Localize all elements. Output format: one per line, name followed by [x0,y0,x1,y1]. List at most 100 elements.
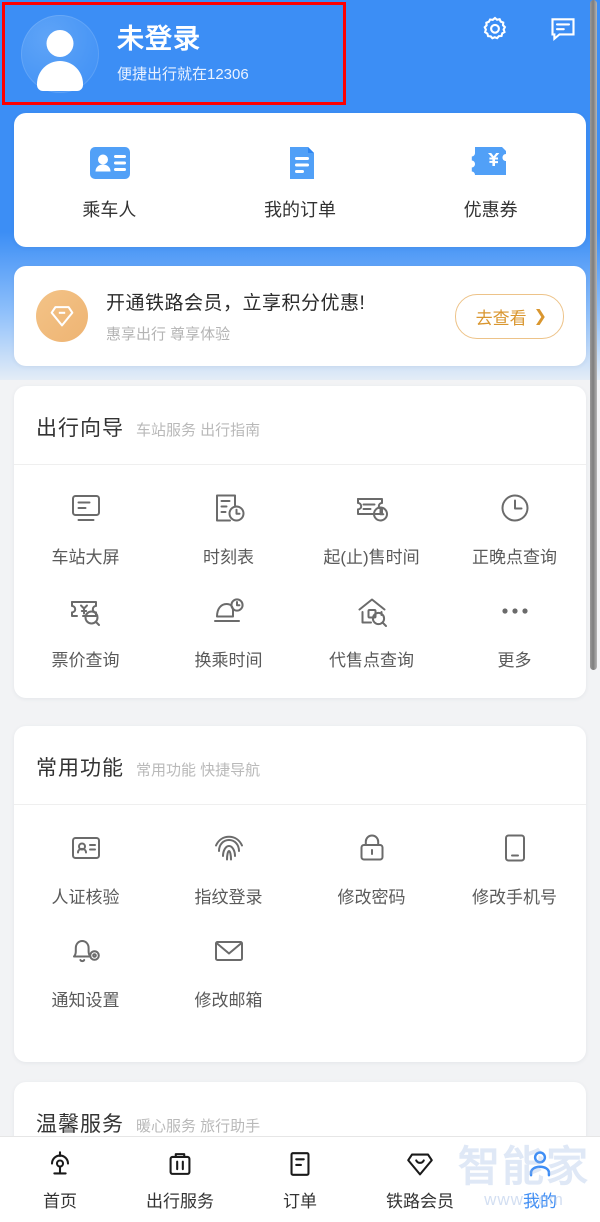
travel-guide-grid: 车站大屏 时刻表 起(止)售时间 正晚点查询 票价查询 换乘时间 代售点查询 更… [14,465,586,707]
travel-guide-header: 出行向导 车站服务 出行指南 [14,386,586,465]
lock-icon [351,827,393,869]
fingerprint-icon [208,827,250,869]
nav-item-railway-member[interactable]: 铁路会员 [360,1147,480,1212]
warm-service-header: 温馨服务 暖心服务 旅行助手 [14,1082,586,1136]
grid-item-transfer-time[interactable]: 换乘时间 [157,590,300,671]
envelope-icon [208,930,250,972]
quick-action-coupon[interactable]: 优惠券 [395,144,586,222]
id-verify-icon [65,827,107,869]
login-status-subtitle: 便捷出行就在12306 [117,66,249,83]
nav-item-travel-service[interactable]: 出行服务 [120,1147,240,1212]
grid-item-station-screen[interactable]: 车站大屏 [14,487,157,568]
phone-icon [494,827,536,869]
nav-item-orders[interactable]: 订单 [240,1147,360,1212]
grid-item-label: 修改密码 [337,888,406,907]
grid-item-punctuality[interactable]: 正晚点查询 [443,487,586,568]
grid-item-label: 正晚点查询 [472,548,557,567]
grid-item-id-verify[interactable]: 人证核验 [14,827,157,908]
member-banner-subtitle: 惠享出行 尊享体验 [106,326,231,343]
bottom-navigation: 首页 出行服务 订单 铁路会员 我的 智能家 www.com [0,1136,600,1222]
section-subtitle: 常用功能 快捷导航 [136,762,261,779]
grid-item-timetable[interactable]: 时刻表 [157,487,300,568]
grid-item-label: 更多 [497,651,532,670]
vertical-scrollbar[interactable] [590,0,597,670]
common-functions-card: 常用功能 常用功能 快捷导航 人证核验 指纹登录 修改密码 修改手机号 通知设置… [14,726,586,1062]
avatar-body [37,60,83,91]
grid-item-change-password[interactable]: 修改密码 [300,827,443,908]
grid-item-agency-query[interactable]: 代售点查询 [300,590,443,671]
header-actions [480,14,578,44]
quick-actions-row: 乘车人 我的订单 优惠券 [14,113,586,247]
diamond-member-icon [404,1147,436,1180]
grid-item-label: 通知设置 [51,991,120,1010]
member-banner-title: 开通铁路会员，立享积分优惠! [106,293,366,314]
station-screen-icon [65,487,107,529]
grid-item-label: 修改邮箱 [194,991,263,1010]
quick-action-label: 我的订单 [264,200,336,220]
grid-item-label: 代售点查询 [329,651,414,670]
travel-guide-card: 出行向导 车站服务 出行指南 车站大屏 时刻表 起(止)售时间 正晚点查询 票价… [14,386,586,698]
agency-search-icon [351,590,393,632]
grid-item-label: 修改手机号 [472,888,557,907]
grid-item-label: 时刻表 [203,548,254,567]
railway-home-icon [44,1147,76,1180]
section-subtitle: 车站服务 出行指南 [136,422,261,439]
grid-item-label: 起(止)售时间 [323,548,420,567]
settings-gear-icon[interactable] [480,14,510,44]
member-view-button-label: 去查看 [475,308,527,328]
section-subtitle: 暖心服务 旅行助手 [136,1118,261,1135]
profile-header[interactable]: 未登录 便捷出行就在12306 [2,2,346,105]
nav-item-label: 铁路会员 [386,1192,454,1211]
grid-item-fingerprint-login[interactable]: 指纹登录 [157,827,300,908]
quick-action-label: 乘车人 [82,200,137,220]
nav-item-label: 订单 [283,1192,317,1211]
quick-actions-card: 乘车人 我的订单 优惠券 [14,113,586,247]
profile-text: 未登录 便捷出行就在12306 [117,22,249,85]
grid-item-fare-query[interactable]: 票价查询 [14,590,157,671]
order-list-icon [284,1147,316,1180]
scroll-container[interactable]: 未登录 便捷出行就在12306 乘车人 我的订单 优惠券 开通铁路会员，立享积分… [0,0,600,1136]
chevron-right-icon: ❯ [533,308,547,325]
login-status-title[interactable]: 未登录 [117,22,249,56]
section-title: 常用功能 [36,757,124,780]
fare-search-icon [65,590,107,632]
nav-item-mine[interactable]: 我的 [480,1147,600,1212]
more-dots-icon [494,590,536,632]
quick-action-label: 优惠券 [463,200,518,220]
avatar[interactable] [21,14,99,93]
grid-item-label: 车站大屏 [51,548,120,567]
warm-service-card: 温馨服务 暖心服务 旅行助手 [14,1082,586,1136]
section-title: 出行向导 [36,417,124,440]
grid-item-change-phone[interactable]: 修改手机号 [443,827,586,908]
transfer-time-icon [208,590,250,632]
ticket-clock-icon [351,487,393,529]
message-chat-icon[interactable] [548,14,578,44]
grid-item-change-email[interactable]: 修改邮箱 [157,930,300,1011]
section-title: 温馨服务 [36,1113,124,1136]
grid-item-sale-time[interactable]: 起(止)售时间 [300,487,443,568]
nav-item-label: 我的 [523,1192,557,1211]
quick-action-orders[interactable]: 我的订单 [205,144,396,222]
member-view-button[interactable]: 去查看 ❯ [454,293,564,339]
clock-icon [494,487,536,529]
passenger-card-icon [88,144,131,182]
member-banner-texts: 开通铁路会员，立享积分优惠! 惠享出行 尊享体验 [106,288,455,344]
nav-item-home[interactable]: 首页 [0,1147,120,1212]
suitcase-icon [164,1147,196,1180]
grid-item-label: 人证核验 [51,888,120,907]
coupon-yuan-icon [470,144,512,182]
order-document-icon [279,144,321,182]
person-icon [524,1147,556,1180]
nav-item-label: 首页 [43,1192,77,1211]
app-root: 未登录 便捷出行就在12306 乘车人 我的订单 优惠券 开通铁路会员，立享积分… [0,0,600,1222]
quick-action-passenger[interactable]: 乘车人 [14,144,205,222]
grid-item-label: 票价查询 [51,651,120,670]
member-banner[interactable]: 开通铁路会员，立享积分优惠! 惠享出行 尊享体验 去查看 ❯ [14,266,586,366]
common-functions-grid: 人证核验 指纹登录 修改密码 修改手机号 通知设置 修改邮箱 [14,805,586,1047]
grid-item-notification-settings[interactable]: 通知设置 [14,930,157,1011]
avatar-head [46,29,74,57]
bell-settings-icon [65,930,107,972]
grid-item-more[interactable]: 更多 [443,590,586,671]
timetable-clock-icon [208,487,250,529]
common-functions-header: 常用功能 常用功能 快捷导航 [14,726,586,805]
